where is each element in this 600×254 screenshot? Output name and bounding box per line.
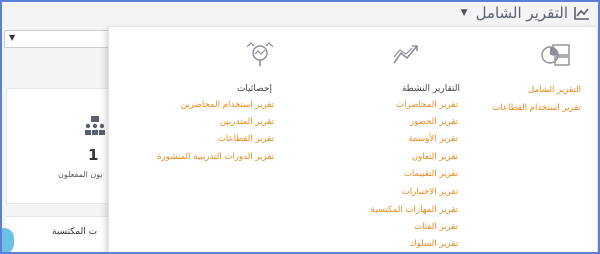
link-sectors-usage-report[interactable]: تقرير استخدام القطاعات [492, 103, 581, 113]
stat-label: بون المفعلون [58, 170, 103, 179]
link-instructors-usage-report[interactable]: تقرير استخدام المحاضرين [181, 100, 274, 110]
report-menu-toggle[interactable]: التقرير الشامل ▼ [461, 4, 590, 22]
floating-action-button[interactable] [2, 228, 14, 252]
link-badges-report[interactable]: تقرير الأوسمة [408, 134, 458, 144]
column-title-statistics: إحصائيات [236, 84, 272, 94]
dashboard-report-icon [541, 44, 570, 66]
link-comprehensive-report[interactable]: التقرير الشامل [528, 85, 581, 95]
link-attendance-report[interactable]: تقرير الحضور [410, 117, 458, 127]
select-arrow-icon: ▼ [9, 33, 16, 42]
link-sectors-report[interactable]: تقرير القطاعات [218, 134, 274, 144]
link-published-courses-report[interactable]: تقرير الدورات التدريبية المنشورة [157, 152, 274, 162]
caret-down-icon: ▼ [460, 8, 468, 18]
bottom-card-title: ت المكتسبة [52, 227, 98, 237]
column-title-active-reports: التقارير النشطة [401, 84, 460, 94]
people-group-icon [85, 116, 105, 135]
link-trainees-report[interactable]: تقرير المتدربين [220, 117, 274, 127]
link-acquired-skills-report[interactable]: تقرير المهارات المكتسبة [371, 205, 458, 215]
link-categories-report[interactable]: تقرير الفئات [414, 222, 458, 232]
statistics-search-icon [246, 42, 274, 66]
activity-chart-icon [393, 45, 418, 64]
page-title: التقرير الشامل [475, 4, 568, 22]
link-ratings-report[interactable]: تقرير التقييمات [404, 169, 458, 179]
app-frame: التقرير الشامل ▼ ▼ 1 بون المفعلون ت المك… [0, 0, 600, 254]
stat-value: 1 [88, 146, 99, 164]
link-collaboration-report[interactable]: تقرير التعاون [412, 152, 458, 162]
line-chart-icon [574, 7, 589, 20]
filter-select[interactable]: ▼ [4, 30, 116, 48]
reports-dropdown: التقرير الشامل تقرير استخدام القطاعات ال… [108, 26, 598, 252]
link-exams-report[interactable]: تقرير الاختبارات [402, 187, 458, 197]
link-lectures-report[interactable]: تقرير المحاضرات [396, 100, 458, 110]
page-header: التقرير الشامل ▼ [2, 2, 598, 28]
link-behavior-report[interactable]: تقرير السلوك [410, 239, 458, 249]
